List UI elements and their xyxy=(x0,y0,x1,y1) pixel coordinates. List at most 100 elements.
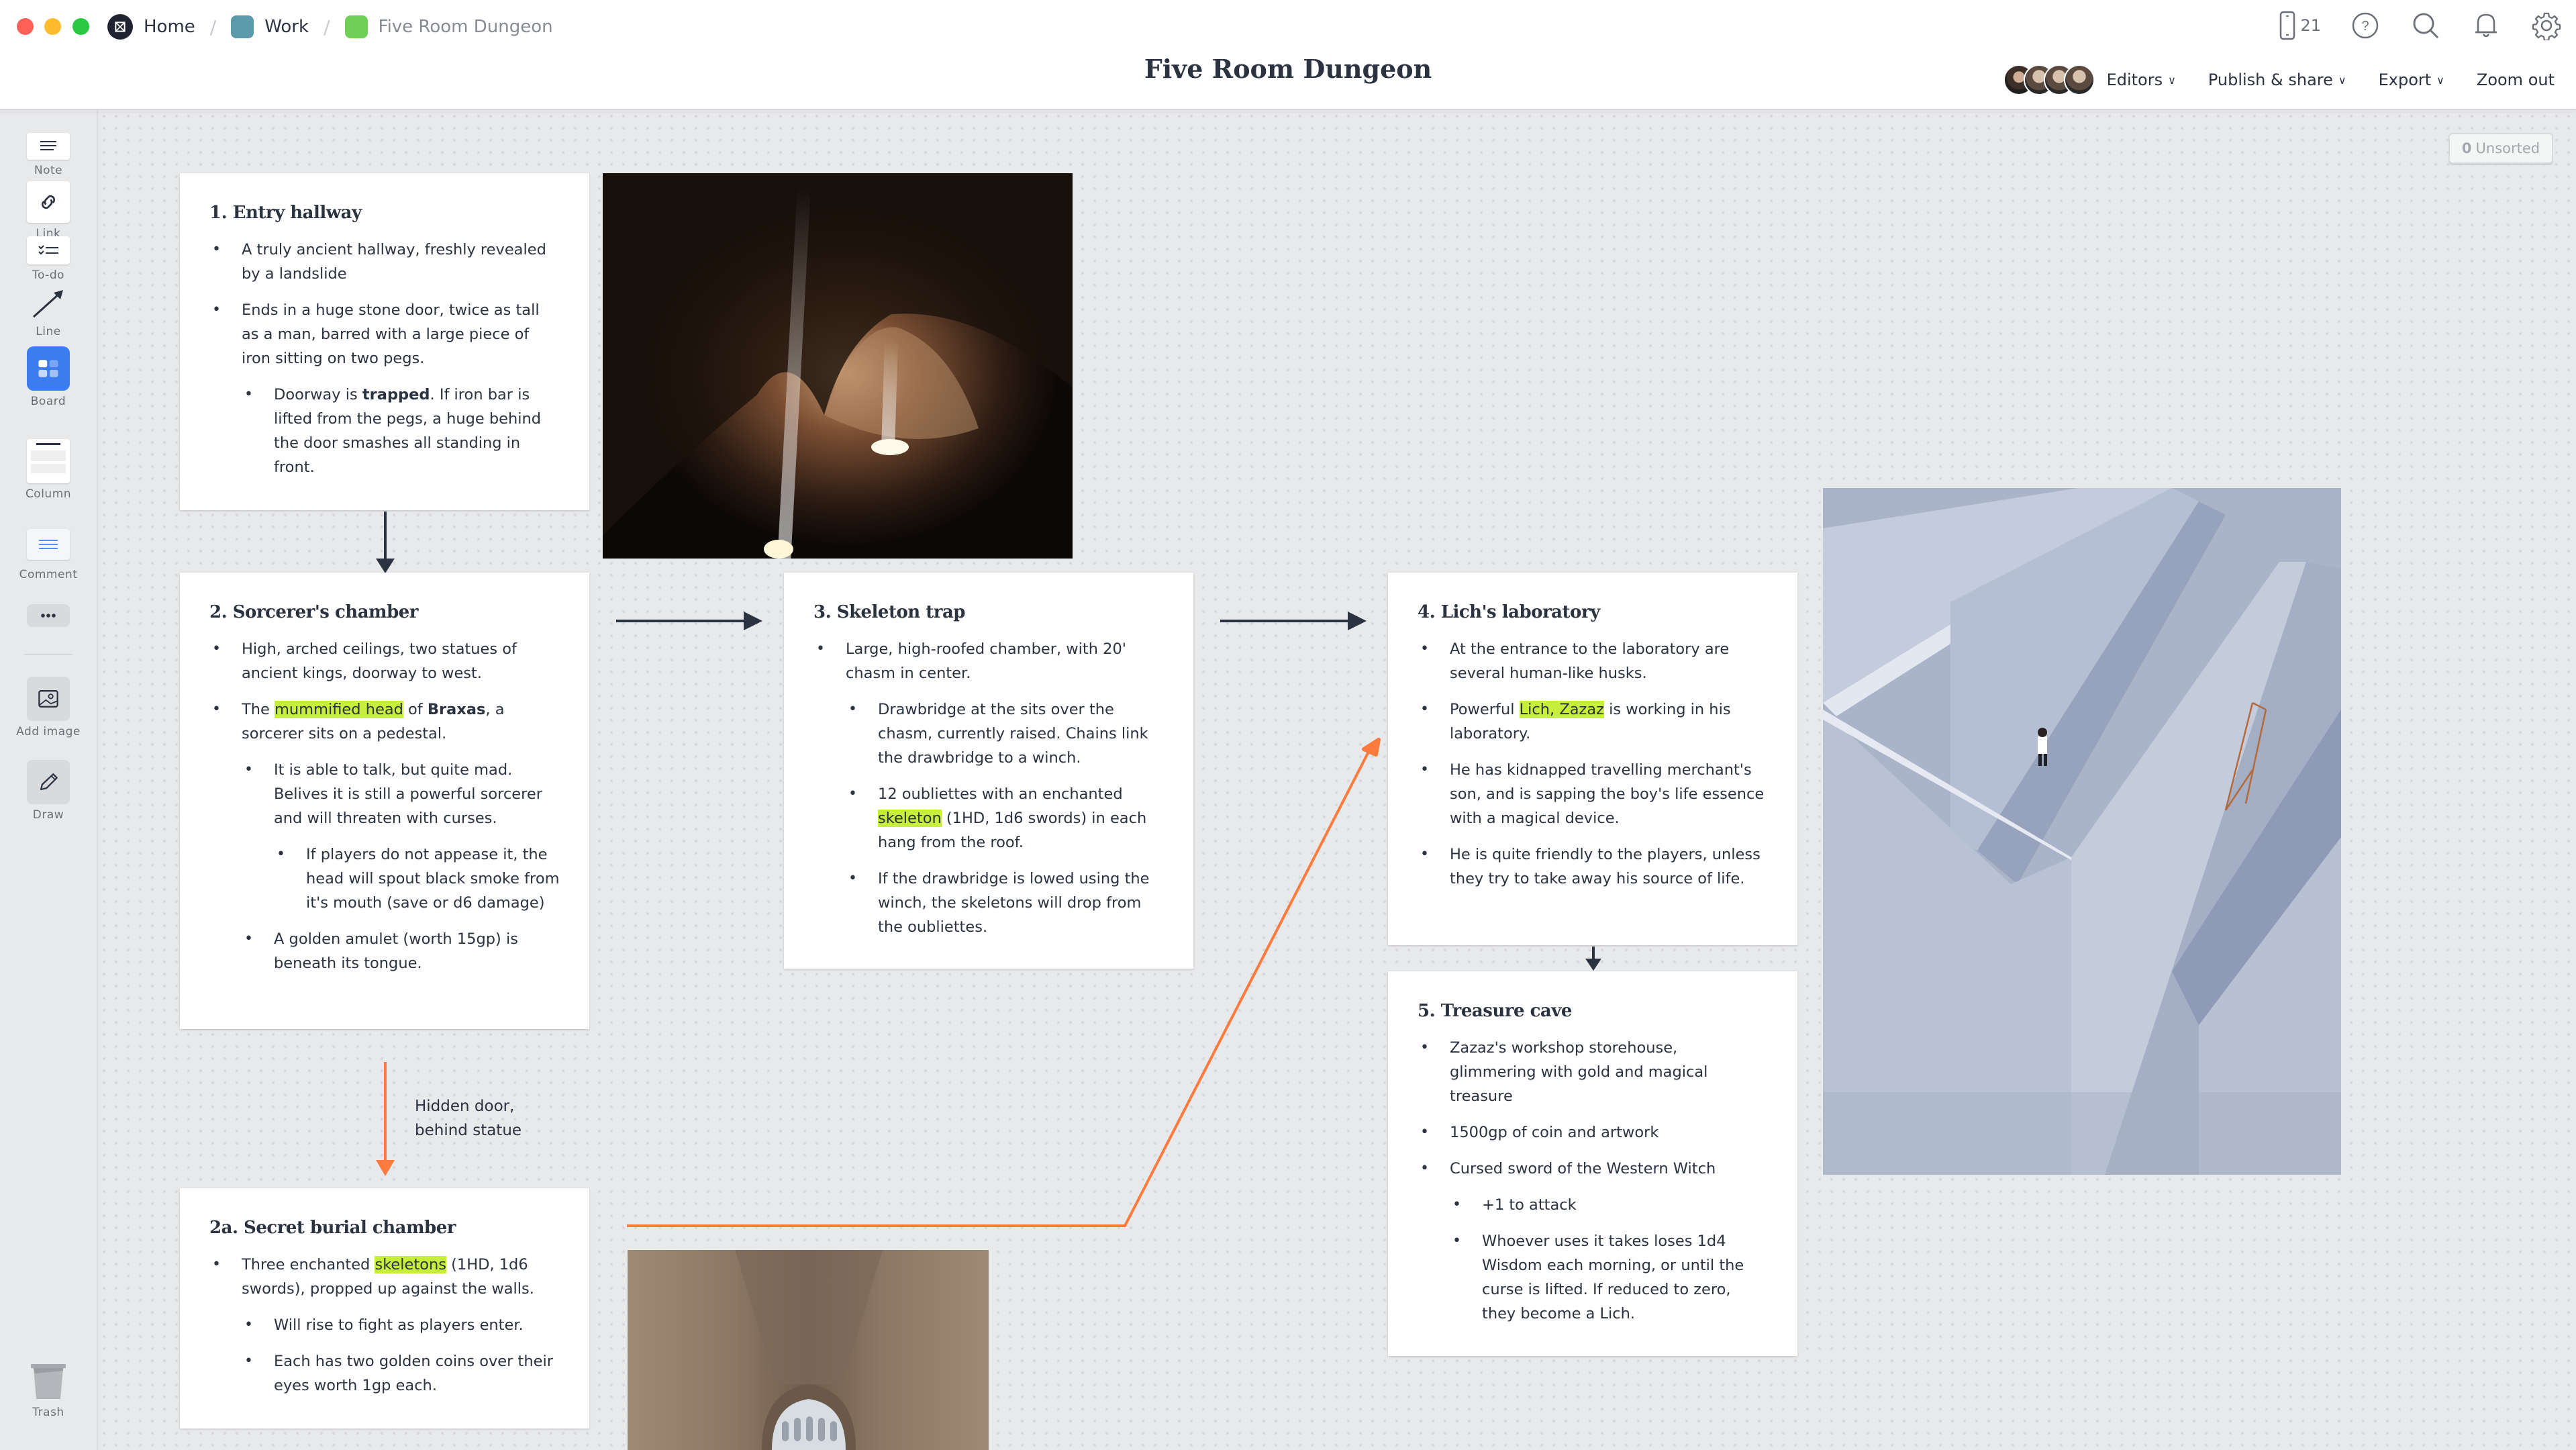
tool-label: To-do xyxy=(32,269,65,282)
cave-photo[interactable] xyxy=(603,173,1073,559)
svg-text:?: ? xyxy=(2361,19,2369,34)
breadcrumb-current-board[interactable]: Five Room Dungeon xyxy=(344,15,553,38)
help-button[interactable]: ? xyxy=(2349,9,2381,42)
note-card-secret-burial-chamber[interactable]: 2a. Secret burial chamber Three enchante… xyxy=(180,1188,589,1429)
breadcrumb-work-label: Work xyxy=(264,17,309,37)
tool-more[interactable] xyxy=(0,604,97,627)
corridor-photo[interactable] xyxy=(628,1250,989,1450)
bell-icon xyxy=(2475,13,2497,38)
bullet-item: Will rise to fight as players enter. xyxy=(242,1313,560,1337)
card-bullets: Zazaz's workshop storehouse, glimmering … xyxy=(1418,1036,1768,1326)
maze-photo[interactable] xyxy=(1823,488,2341,1175)
tool-note[interactable]: Note xyxy=(0,133,97,177)
note-card-entry-hallway[interactable]: 1. Entry hallway A truly ancient hallway… xyxy=(180,173,589,510)
devices-button[interactable]: 21 xyxy=(2279,10,2321,41)
todo-icon xyxy=(27,236,70,264)
notifications-button[interactable] xyxy=(2470,9,2502,42)
bullet-item: If the drawbridge is lowed using the win… xyxy=(846,867,1164,939)
window-minimize-button[interactable] xyxy=(44,18,61,35)
tool-board[interactable]: Board xyxy=(0,346,97,408)
highlighted-text: Lich, Zazaz xyxy=(1519,701,1604,718)
search-button[interactable] xyxy=(2410,9,2442,42)
connector-label-line: behind statue xyxy=(415,1122,522,1139)
breadcrumb-work[interactable]: Work xyxy=(231,15,309,38)
help-icon: ? xyxy=(2352,12,2379,39)
tool-sidebar: Note Link To-do Line Board Column Commen… xyxy=(0,110,98,1450)
breadcrumb-home[interactable]: Home xyxy=(107,14,195,40)
bullet-text: If players do not appease it, the head w… xyxy=(306,846,560,912)
card-title: 3. Skeleton trap xyxy=(813,602,966,622)
bullet-text: High, arched ceilings, two statues of an… xyxy=(242,640,517,682)
tool-column[interactable]: Column xyxy=(0,439,97,501)
tool-label: Trash xyxy=(32,1406,64,1419)
tool-comment[interactable]: Comment xyxy=(0,529,97,581)
link-icon xyxy=(27,181,70,223)
line-arrow-icon xyxy=(32,290,63,318)
bullet-item: He has kidnapped travelling merchant's s… xyxy=(1418,758,1768,830)
bullet-text: +1 to attack xyxy=(1482,1196,1577,1214)
note-card-treasure-cave[interactable]: 5. Treasure cave Zazaz's workshop storeh… xyxy=(1388,971,1797,1356)
bullet-text: 12 oubliettes with an enchanted xyxy=(878,785,1123,803)
tool-line[interactable]: Line xyxy=(0,286,97,338)
bullet-item: Each has two golden coins over their eye… xyxy=(242,1349,560,1398)
publish-share-dropdown[interactable]: Publish & share ∨ xyxy=(2208,70,2346,89)
note-card-skeleton-trap[interactable]: 3. Skeleton trap Large, high-roofed cham… xyxy=(784,573,1193,969)
zoom-out-label: Zoom out xyxy=(2476,70,2555,89)
tool-label: Note xyxy=(34,164,63,177)
highlighted-text: skeletons xyxy=(375,1256,446,1273)
comment-icon xyxy=(27,529,70,560)
bullet-item: Three enchanted skeletons (1HD, 1d6 swor… xyxy=(209,1253,560,1301)
unsorted-label: Unsorted xyxy=(2475,140,2540,156)
highlighted-text: skeleton xyxy=(878,810,942,827)
note-icon xyxy=(27,133,70,160)
tool-label: Board xyxy=(30,395,66,408)
bullet-item: High, arched ceilings, two statues of an… xyxy=(209,637,560,685)
zoom-out-button[interactable]: Zoom out xyxy=(2477,70,2555,89)
bullet-item: 12 oubliettes with an enchanted skeleton… xyxy=(846,782,1164,855)
board-icon xyxy=(231,15,254,38)
card-bullets: High, arched ceilings, two statues of an… xyxy=(209,637,560,975)
tool-todo[interactable]: To-do xyxy=(0,236,97,282)
connector-label-line: Hidden door, xyxy=(415,1098,515,1115)
board-icon xyxy=(344,15,368,38)
bullet-text: If the drawbridge is lowed using the win… xyxy=(878,870,1150,936)
breadcrumb-separator: / xyxy=(324,15,330,38)
board-icon xyxy=(27,346,70,391)
maze-image xyxy=(1823,488,2341,1175)
note-card-lichs-laboratory[interactable]: 4. Lich's laboratory At the entrance to … xyxy=(1388,573,1797,945)
sidebar-divider xyxy=(24,654,72,655)
unsorted-count: 0 xyxy=(2461,140,2472,156)
bullet-text: Whoever uses it takes loses 1d4 Wisdom e… xyxy=(1482,1232,1744,1322)
card-bullets: At the entrance to the laboratory are se… xyxy=(1418,637,1768,891)
breadcrumb-home-label: Home xyxy=(144,17,195,37)
connector-label[interactable]: Hidden door, behind statue xyxy=(415,1094,522,1143)
unsorted-button[interactable]: 0 Unsorted xyxy=(2448,133,2553,164)
tool-draw[interactable]: Draw xyxy=(0,760,97,822)
window-close-button[interactable] xyxy=(17,18,34,35)
tool-add-image[interactable]: Add image xyxy=(0,677,97,738)
tool-link[interactable]: Link xyxy=(0,181,97,240)
note-card-sorcerers-chamber[interactable]: 2. Sorcerer's chamber High, arched ceili… xyxy=(180,573,589,1029)
tool-label: Comment xyxy=(19,568,78,581)
editor-avatars[interactable] xyxy=(2003,64,2095,95)
pencil-icon xyxy=(27,760,70,804)
phone-icon xyxy=(2280,11,2295,40)
export-dropdown[interactable]: Export ∨ xyxy=(2379,70,2444,89)
bullet-text: It is able to talk, but quite mad. Beliv… xyxy=(274,761,542,827)
window-maximize-button[interactable] xyxy=(72,18,89,35)
bullet-text: He has kidnapped travelling merchant's s… xyxy=(1450,761,1765,827)
top-icons: 21 ? xyxy=(2279,9,2563,42)
bullet-item: Large, high-roofed chamber, with 20' cha… xyxy=(813,637,1164,685)
bullet-item: Zazaz's workshop storehouse, glimmering … xyxy=(1418,1036,1768,1108)
bullet-item: It is able to talk, but quite mad. Beliv… xyxy=(242,758,560,830)
export-label: Export xyxy=(2378,70,2432,89)
card-title: 4. Lich's laboratory xyxy=(1418,602,1600,622)
bullet-text: At the entrance to the laboratory are se… xyxy=(1450,640,1730,682)
trash-button[interactable]: Trash xyxy=(0,1361,97,1419)
bullet-text: Zazaz's workshop storehouse, glimmering … xyxy=(1450,1039,1708,1105)
bullet-text: of xyxy=(403,701,428,718)
bullet-item: Cursed sword of the Western Witch xyxy=(1418,1157,1768,1181)
settings-button[interactable] xyxy=(2530,9,2563,42)
column-icon xyxy=(27,439,70,483)
editors-dropdown[interactable]: Editors ∨ xyxy=(2107,70,2176,89)
